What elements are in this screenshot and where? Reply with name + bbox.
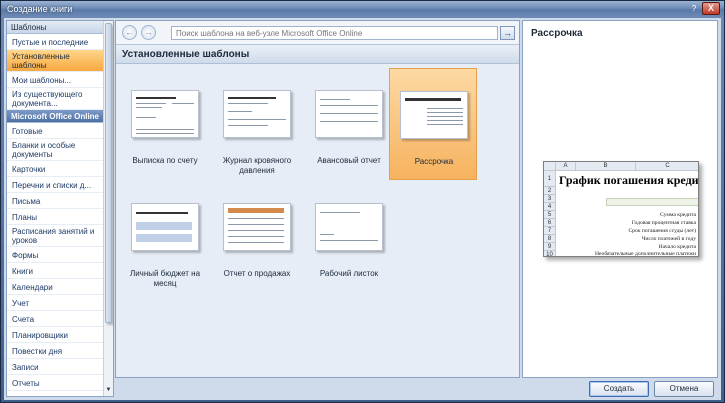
sidebar-item-letters[interactable]: Письма	[7, 193, 103, 209]
template-thumbnail-icon	[315, 90, 383, 138]
sidebar-item-featured[interactable]: Готовые	[7, 123, 103, 139]
create-workbook-dialog: Создание книги ? X Шаблоны Пустые и посл…	[0, 0, 725, 403]
template-tile-installment[interactable]: Рассрочка	[389, 68, 477, 180]
installed-templates-heading: Установленные шаблоны	[116, 46, 519, 64]
forward-arrow-icon[interactable]: →	[141, 25, 156, 40]
sheet-title: График погашения креди	[559, 173, 699, 187]
navigation-bar: ← → →	[116, 21, 519, 45]
template-categories-panel: Шаблоны Пустые и последние Установленные…	[6, 20, 114, 397]
template-search-input[interactable]	[171, 26, 498, 40]
sidebar-item-forms[interactable]: Формы	[7, 247, 103, 263]
template-thumbnail-icon	[223, 90, 291, 138]
cancel-button[interactable]: Отмена	[654, 381, 714, 397]
row-number: 1	[544, 171, 556, 187]
template-thumbnail-icon	[400, 91, 468, 139]
sidebar-item-cards[interactable]: Карточки	[7, 161, 103, 177]
sidebar-item-accounting[interactable]: Учет	[7, 295, 103, 311]
sidebar-item-lists[interactable]: Перечни и списки д...	[7, 177, 103, 193]
field-label: Сумма кредита	[660, 212, 696, 218]
search-go-button[interactable]: →	[500, 26, 515, 40]
office-online-header: Microsoft Office Online	[7, 110, 103, 123]
row-number: 10	[544, 251, 556, 256]
header-shade	[606, 198, 698, 206]
sidebar-item-reports[interactable]: Отчеты	[7, 375, 103, 391]
sidebar-item-schedules[interactable]: Расписания занятий и уроков	[7, 225, 103, 247]
template-preview-panel: Рассрочка A B C 1 2 3 4 5 6 7 8 9 10 Гра…	[522, 20, 718, 378]
field-label: Годовая процентная ставка	[631, 220, 696, 226]
row-number: 6	[544, 219, 556, 227]
sidebar-item-invoices[interactable]: Счета	[7, 311, 103, 327]
template-tile-account-statement[interactable]: Выписка по счету	[121, 68, 209, 180]
create-button[interactable]: Создать	[589, 381, 649, 397]
sidebar-item-planners[interactable]: Планировщики	[7, 327, 103, 343]
scrollbar-thumb[interactable]	[105, 23, 112, 323]
sidebar-scrollbar[interactable]: ▼	[103, 21, 113, 396]
template-label: Журнал кровяного давления	[222, 156, 292, 175]
title-bar[interactable]: Создание книги ? X	[1, 1, 724, 17]
templates-header: Шаблоны	[7, 21, 103, 34]
row-number: 5	[544, 211, 556, 219]
back-arrow-icon[interactable]: ←	[122, 25, 137, 40]
sidebar-item-records[interactable]: Записи	[7, 359, 103, 375]
row-number: 4	[544, 203, 556, 211]
template-label: Рабочий листок	[319, 269, 379, 278]
template-tile-sales-report[interactable]: Отчет о продажах	[213, 181, 301, 293]
sidebar-item-installed-templates[interactable]: Установленные шаблоны	[7, 50, 103, 72]
template-thumbnail-icon	[131, 203, 199, 251]
template-thumbnail-icon	[131, 90, 199, 138]
field-label: Необязательные дополнительные платежи	[595, 251, 696, 257]
row-number: 2	[544, 187, 556, 195]
row-number: 9	[544, 243, 556, 251]
row-number: 7	[544, 227, 556, 235]
row-number: 3	[544, 195, 556, 203]
template-label: Рассрочка	[414, 157, 454, 166]
template-thumbnail-icon	[315, 203, 383, 251]
preview-title: Рассрочка	[531, 28, 583, 39]
template-label: Отчет о продажах	[223, 269, 291, 278]
template-label: Авансовый отчет	[317, 156, 381, 165]
sidebar-item-from-existing[interactable]: Из существующего документа...	[7, 88, 103, 110]
template-tile-blood-pressure-log[interactable]: Журнал кровяного давления	[213, 68, 301, 180]
field-label: Число платежей в году	[641, 236, 696, 242]
sidebar-item-plans[interactable]: Планы	[7, 209, 103, 225]
templates-gallery-panel: ← → → Установленные шаблоны Выписка по с…	[115, 20, 520, 378]
template-tile-timesheet[interactable]: Рабочий листок	[305, 181, 393, 293]
template-tile-personal-budget[interactable]: Личный бюджет на месяц	[121, 181, 209, 293]
sidebar-item-agendas[interactable]: Повестки дня	[7, 343, 103, 359]
sidebar-item-my-templates[interactable]: Мои шаблоны...	[7, 72, 103, 88]
sidebar-item-forms-documents[interactable]: Бланки и особые документы	[7, 139, 103, 161]
column-header: A	[556, 162, 576, 171]
template-thumbnail-icon	[223, 203, 291, 251]
close-icon[interactable]: X	[702, 2, 720, 15]
scroll-down-icon[interactable]: ▼	[105, 386, 112, 394]
sidebar-item-calendars[interactable]: Календари	[7, 279, 103, 295]
column-header: B	[576, 162, 636, 171]
row-number: 8	[544, 235, 556, 243]
sidebar-item-blank-recent[interactable]: Пустые и последние	[7, 34, 103, 50]
template-label: Выписка по счету	[132, 156, 198, 165]
window-title: Создание книги	[7, 4, 73, 14]
column-header: C	[636, 162, 698, 171]
preview-sheet: A B C 1 2 3 4 5 6 7 8 9 10 График погаше…	[543, 161, 699, 257]
template-label: Личный бюджет на месяц	[129, 269, 201, 288]
template-tile-expense-report[interactable]: Авансовый отчет	[305, 68, 393, 180]
field-label: Срок погашения ссуды (лет)	[628, 228, 696, 234]
dialog-body: Шаблоны Пустые и последние Установленные…	[4, 18, 721, 400]
sidebar-item-books[interactable]: Книги	[7, 263, 103, 279]
help-icon[interactable]: ?	[688, 3, 700, 15]
field-label: Начало кредита	[658, 244, 696, 250]
